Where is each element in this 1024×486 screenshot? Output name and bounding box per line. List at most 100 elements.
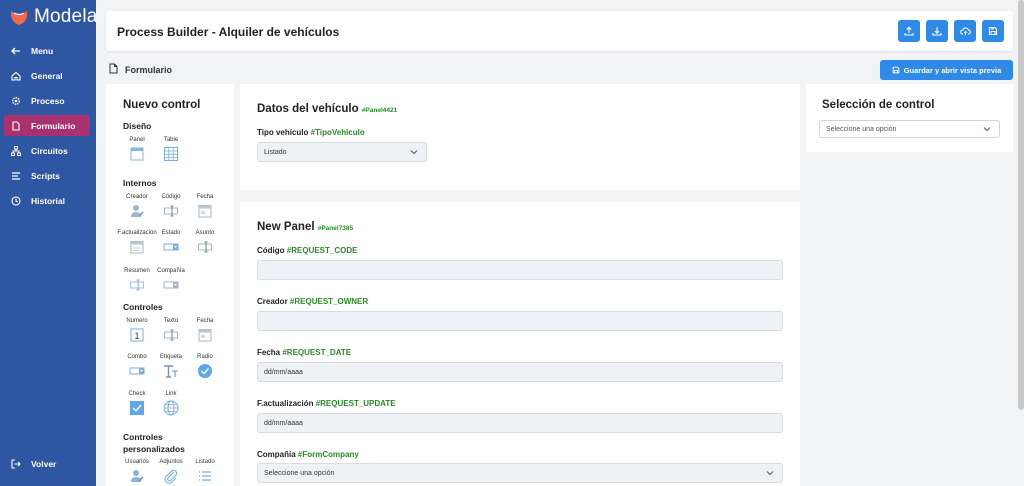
table-icon: [164, 147, 178, 161]
text-field-icon: [130, 279, 144, 291]
document-icon: [11, 120, 21, 131]
control-palette: Nuevo control Diseño Panel Table Interno…: [106, 84, 234, 486]
control-label: Link: [165, 391, 177, 397]
sidebar-item-label: General: [31, 70, 63, 81]
palette-section-diseno: Diseño: [123, 121, 152, 131]
panel-datos-vehiculo[interactable]: Datos del vehículo #Panel4421 Tipo vehíc…: [240, 84, 800, 190]
calendar-icon: [198, 205, 212, 218]
factualizacion-input[interactable]: dd/mm/aaaa: [257, 413, 783, 433]
sidebar-item-menu[interactable]: Menu: [0, 38, 96, 63]
cloud-upload-button[interactable]: [954, 20, 976, 42]
palette-section-personalizados: Controles personalizados: [123, 432, 185, 454]
home-icon: [11, 71, 21, 81]
field-tag: #REQUEST_CODE: [286, 246, 358, 255]
sidebar-item-circuitos[interactable]: Circuitos: [0, 138, 96, 163]
control-fecha-interno[interactable]: Fecha: [183, 194, 227, 219]
calendar-icon: [198, 329, 212, 342]
field-label-fecha: Fecha #REQUEST_DATE: [257, 348, 351, 357]
upload-button[interactable]: [898, 20, 920, 42]
arrow-left-icon: [11, 46, 21, 56]
sidebar-item-historial[interactable]: Historial: [0, 188, 96, 213]
field-label-compania: Compañía #FormCompany: [257, 450, 359, 459]
fecha-input[interactable]: dd/mm/aaaa: [257, 362, 783, 382]
control-selection-select[interactable]: Seleccione una opción: [819, 120, 1000, 138]
sidebar-item-proceso[interactable]: Proceso: [0, 88, 96, 113]
field-label-codigo: Código #REQUEST_CODE: [257, 246, 357, 255]
panel-tag: #Panel4421: [361, 107, 398, 114]
field-label-text: Creador: [257, 297, 288, 306]
control-asunto[interactable]: Asunto: [183, 230, 227, 255]
download-button[interactable]: [926, 20, 948, 42]
field-label-tipo-vehiculo: Tipo vehículo #TipoVehiculo: [257, 128, 365, 137]
control-selection-panel: Selección de control Seleccione una opci…: [806, 84, 1013, 152]
compania-select[interactable]: Seleccione una opción: [257, 463, 783, 483]
panel-title-text: Datos del vehículo: [257, 103, 359, 115]
sidebar-item-label: Scripts: [31, 170, 60, 181]
text-field-icon: [164, 205, 178, 217]
panel-new-panel[interactable]: New Panel #Panel7385 Código #REQUEST_COD…: [240, 202, 800, 486]
codigo-input[interactable]: [257, 260, 783, 280]
cloud-upload-icon: [959, 27, 971, 35]
field-label-text: Fecha: [257, 348, 281, 357]
control-selection-title: Selección de control: [822, 99, 935, 111]
text-field-icon: [164, 329, 178, 341]
sidebar: Modela Menu General Proceso Formulario C…: [0, 0, 98, 486]
tipo-vehiculo-select[interactable]: Listado: [257, 142, 427, 162]
sidebar-nav: Menu General Proceso Formulario Circuito…: [0, 38, 96, 213]
panel-title-text: New Panel: [257, 221, 315, 233]
sidebar-item-scripts[interactable]: Scripts: [0, 163, 96, 188]
lines-icon: [11, 171, 21, 181]
panel-title: Datos del vehículo #Panel4421: [257, 103, 397, 115]
palette-title: Nuevo control: [123, 99, 201, 111]
brand[interactable]: Modela: [9, 6, 98, 28]
control-label: Radio: [197, 354, 213, 360]
palette-section-internos: Internos: [123, 178, 157, 188]
sidebar-item-general[interactable]: General: [0, 63, 96, 88]
sidebar-item-volver[interactable]: Volver: [11, 459, 56, 469]
sidebar-item-formulario[interactable]: Formulario: [4, 115, 90, 136]
dropdown-icon: [129, 367, 145, 375]
field-tag: #FormCompany: [297, 450, 359, 459]
control-listado[interactable]: Listado: [183, 459, 227, 484]
field-tag: #REQUEST_DATE: [282, 348, 352, 357]
section-title: Formulario: [125, 65, 173, 75]
save-button[interactable]: [982, 20, 1004, 42]
control-link[interactable]: Link: [149, 391, 193, 416]
field-tag: #REQUEST_OWNER: [289, 297, 369, 306]
text-field-icon: [198, 241, 212, 253]
control-label: Listado: [195, 459, 215, 465]
upload-icon: [904, 26, 914, 36]
page-scrollbar[interactable]: [1018, 0, 1024, 410]
form-document-icon: [109, 63, 118, 74]
field-label-text: Tipo vehículo: [257, 128, 309, 137]
save-and-preview-button[interactable]: Guardar y abrir vista previa: [880, 60, 1013, 80]
modela-logo-icon: [10, 11, 28, 25]
gear-icon: [11, 96, 21, 106]
page-title: Process Builder - Alquiler de vehículos: [117, 25, 340, 39]
control-radio[interactable]: Radio: [183, 354, 227, 379]
control-compania[interactable]: Compañía: [149, 268, 193, 293]
field-label-text: F.actualización: [257, 399, 314, 408]
sidebar-item-label: Proceso: [31, 95, 65, 106]
palette-section-controles: Controles: [123, 302, 163, 312]
field-label-factualizacion: F.actualización #REQUEST_UPDATE: [257, 399, 396, 408]
field-tag: #REQUEST_UPDATE: [315, 399, 396, 408]
dropdown-icon: [163, 243, 179, 251]
control-fecha[interactable]: Fecha: [183, 318, 227, 343]
sidebar-item-label: Circuitos: [31, 145, 68, 156]
save-icon: [892, 66, 899, 74]
field-label-creador: Creador #REQUEST_OWNER: [257, 297, 368, 306]
download-icon: [932, 27, 942, 36]
users-icon: [131, 470, 144, 482]
control-label: Asunto: [195, 230, 215, 236]
sitemap-icon: [11, 145, 21, 156]
number-field-icon: 1: [130, 328, 144, 342]
chevron-down-icon: [410, 150, 418, 155]
creador-input[interactable]: [257, 311, 783, 331]
brand-name: Modela: [34, 6, 98, 27]
control-table[interactable]: Table: [149, 137, 193, 162]
globe-link-icon: [163, 400, 179, 416]
calendar-update-icon: [130, 241, 144, 254]
dropdown-icon: [163, 281, 179, 289]
radio-check-icon: [198, 364, 212, 378]
